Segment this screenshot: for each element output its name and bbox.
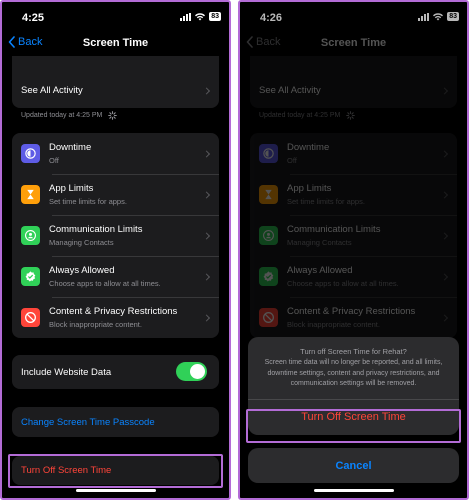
status-time: 4:25 [22, 12, 45, 24]
item-title: Content & Privacy Restrictions [49, 306, 178, 317]
cellular-signal-icon [180, 12, 192, 21]
include-website-data-toggle[interactable] [176, 362, 207, 381]
item-subtitle: Block inappropriate content. [49, 320, 142, 329]
see-all-activity-row[interactable]: See All Activity [12, 73, 219, 108]
list-item-content-privacy[interactable]: Content & Privacy Restrictions Block inap… [12, 297, 219, 338]
list-item-downtime[interactable]: Downtime Off [12, 133, 219, 174]
battery-icon: 83 [209, 12, 221, 21]
item-subtitle: Off [49, 156, 59, 165]
item-subtitle: Choose apps to allow at all times. [49, 279, 161, 288]
downtime-icon [21, 144, 40, 163]
include-website-data-row: Include Website Data [12, 355, 219, 389]
left-screen: 4:25 83 Back Screen Time See All Activit… [0, 0, 231, 500]
item-title: Always Allowed [49, 265, 115, 276]
include-website-data-label: Include Website Data [21, 366, 112, 378]
contact-icon [21, 226, 40, 245]
action-sheet-title: Turn off Screen Time for Rehat? [300, 347, 407, 356]
item-title: Downtime [49, 142, 92, 153]
updated-text: Updated today at 4:25 PM [21, 112, 103, 119]
checkmark-icon [21, 267, 40, 286]
wifi-icon [195, 12, 206, 20]
see-all-activity-label: See All Activity [21, 85, 83, 96]
chevron-right-icon [202, 86, 211, 95]
list-item-communication-limits[interactable]: Communication Limits Managing Contacts [12, 215, 219, 256]
right-screen: 4:26 83 Back Screen Time See All Activit… [238, 0, 469, 500]
change-passcode-button[interactable]: Change Screen Time Passcode [12, 407, 219, 437]
status-icons: 83 [180, 12, 221, 21]
updated-status: Updated today at 4:25 PM [21, 111, 118, 120]
status-bar: 4:25 83 [2, 2, 229, 32]
list-item-always-allowed[interactable]: Always Allowed Choose apps to allow at al… [12, 256, 219, 297]
action-sheet-message: Screen time data will no longer be repor… [264, 359, 443, 387]
page-title: Screen Time [82, 37, 149, 49]
item-subtitle: Set time limits for apps. [49, 197, 127, 206]
item-subtitle: Managing Contacts [49, 238, 114, 247]
hourglass-icon [21, 185, 40, 204]
loading-spinner-icon [108, 111, 118, 120]
home-indicator [313, 489, 394, 492]
list-item-app-limits[interactable]: App Limits Set time limits for apps. [12, 174, 219, 215]
change-passcode-label: Change Screen Time Passcode [21, 416, 155, 428]
item-title: App Limits [49, 183, 94, 194]
activity-chart-card [12, 56, 219, 73]
screen-time-settings-list: Downtime Off App Limits Set time limits fo… [12, 133, 219, 338]
cancel-label: Cancel [335, 459, 372, 472]
item-title: Communication Limits [49, 224, 143, 235]
cancel-button[interactable]: Cancel [248, 448, 459, 483]
highlight-box [246, 409, 461, 443]
highlight-box [8, 454, 223, 488]
home-indicator [75, 489, 156, 492]
no-entry-icon [21, 308, 40, 327]
nav-bar: Back Screen Time [2, 32, 229, 56]
